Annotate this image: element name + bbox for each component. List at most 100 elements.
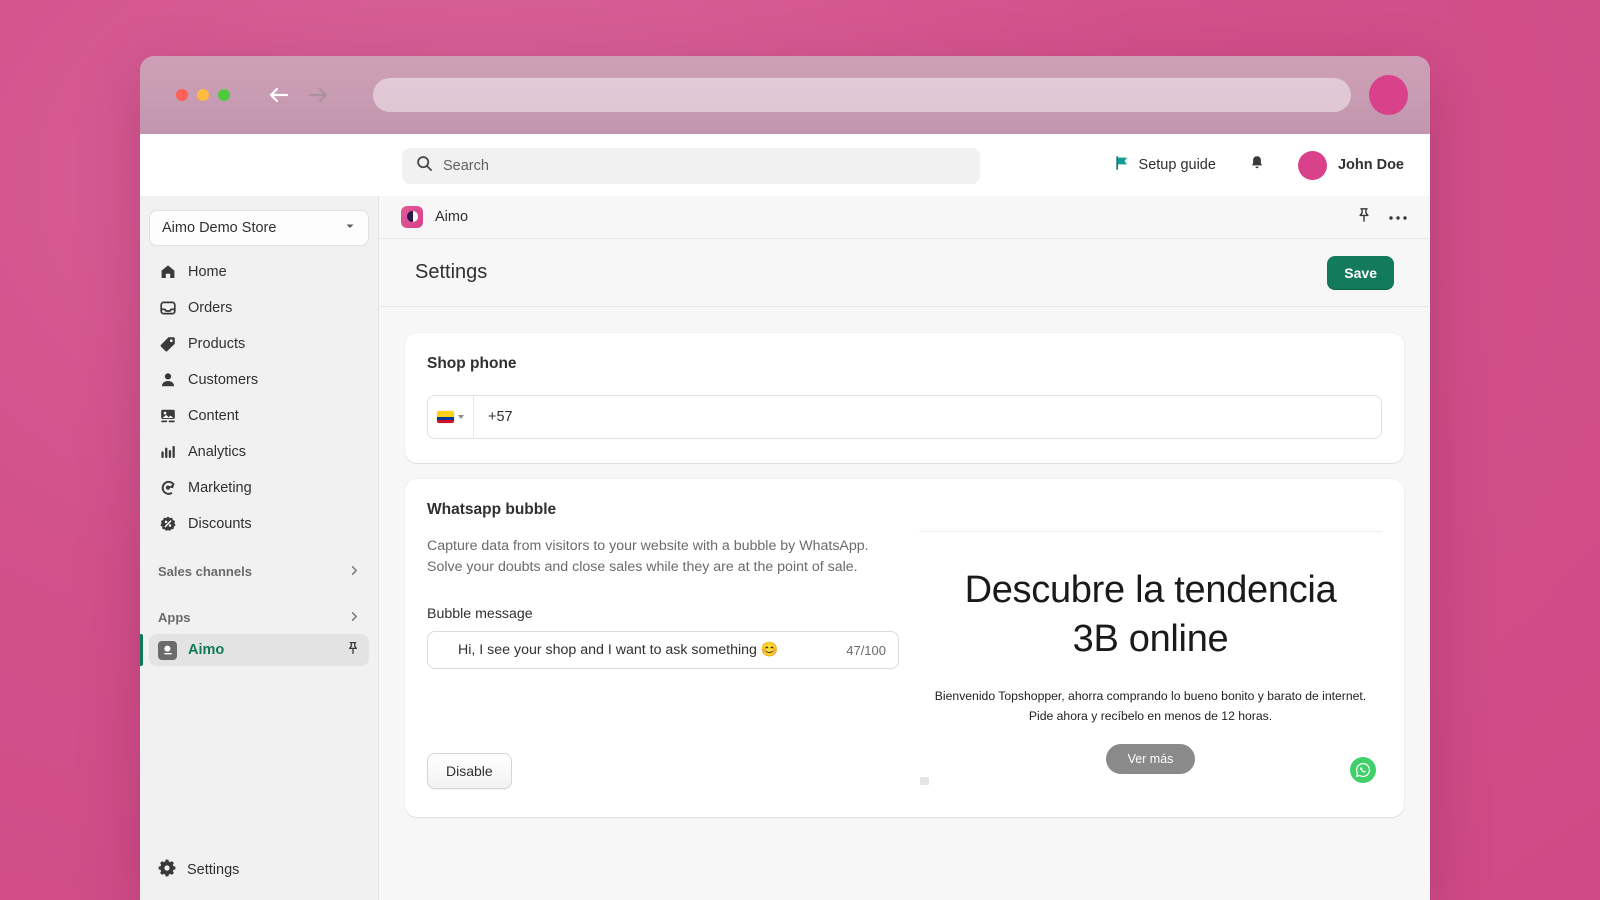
sidebar-item-aimo[interactable]: Aimo <box>140 634 369 666</box>
sidebar-section-label: Apps <box>158 609 191 625</box>
tag-icon <box>158 335 177 354</box>
admin-app: Search Setup guide John Doe Aimo Demo St… <box>140 134 1430 900</box>
store-selector[interactable]: Aimo Demo Store <box>149 210 369 246</box>
browser-window: Search Setup guide John Doe Aimo Demo St… <box>140 56 1430 900</box>
aimo-app-icon <box>401 206 423 228</box>
sidebar-item-label: Settings <box>187 862 240 878</box>
page-title: Settings <box>415 261 488 283</box>
search-input[interactable]: Search <box>402 148 980 184</box>
browser-nav-arrows <box>266 82 331 108</box>
person-icon <box>158 371 177 390</box>
sidebar-item-content[interactable]: Content <box>149 400 369 432</box>
maximize-window-button[interactable] <box>218 89 230 101</box>
whatsapp-bubble-description: Capture data from visitors to your websi… <box>427 538 869 575</box>
bubble-message-label: Bubble message <box>427 606 533 622</box>
image-icon <box>158 407 177 426</box>
sidebar-item-discounts[interactable]: Discounts <box>149 508 369 540</box>
sidebar-item-label: Orders <box>188 300 233 316</box>
shop-phone-card: Shop phone +57 <box>405 333 1404 463</box>
setup-guide-button[interactable]: Setup guide <box>1104 149 1226 181</box>
search-icon <box>416 155 433 177</box>
sidebar-section-label: Sales channels <box>158 563 252 579</box>
app-header: Aimo <box>379 196 1430 239</box>
bar-chart-icon <box>158 443 177 462</box>
sidebar-item-analytics[interactable]: Analytics <box>149 436 369 468</box>
shop-phone-input[interactable]: +57 <box>474 396 1381 438</box>
store-selector-label: Aimo Demo Store <box>162 220 277 236</box>
sidebar-item-products[interactable]: Products <box>149 328 369 360</box>
whatsapp-bubble-settings: Whatsapp bubble Capture data from visito… <box>427 501 919 789</box>
browser-chrome <box>140 56 1430 134</box>
preview-corner-mark <box>920 777 929 785</box>
chevron-right-icon <box>349 610 360 625</box>
back-arrow-icon[interactable] <box>266 82 292 108</box>
sidebar-item-label: Products <box>188 336 246 352</box>
app-header-actions <box>1356 207 1408 228</box>
orders-inbox-icon <box>158 299 177 318</box>
sidebar-item-label: Aimo <box>188 642 225 658</box>
sidebar-item-label: Customers <box>188 372 259 388</box>
disable-button[interactable]: Disable <box>427 753 512 789</box>
home-icon <box>158 263 177 282</box>
whatsapp-bubble-card: Whatsapp bubble Capture data from visito… <box>405 479 1404 817</box>
save-button[interactable]: Save <box>1327 255 1394 290</box>
notifications-button[interactable] <box>1240 146 1274 185</box>
settings-content: Shop phone +57 Whatsapp bubble Capture d… <box>379 307 1430 900</box>
sidebar-item-label: Content <box>188 408 239 424</box>
sidebar-item-settings[interactable]: Settings <box>149 854 369 886</box>
whatsapp-icon[interactable] <box>1350 757 1376 783</box>
bubble-message-input[interactable]: Hi, I see your shop and I want to ask so… <box>427 631 899 669</box>
preview-subtext: Bienvenido Topshopper, ahorra comprando … <box>919 686 1382 726</box>
forward-arrow-icon[interactable] <box>305 82 331 108</box>
sidebar-item-home[interactable]: Home <box>149 256 369 288</box>
sidebar-nav: Home Orders Products Customers Content A… <box>140 256 369 666</box>
preview-subtext-line1: Bienvenido Topshopper, ahorra comprando … <box>934 689 1367 703</box>
browser-profile-avatar[interactable] <box>1369 75 1408 115</box>
close-window-button[interactable] <box>176 89 188 101</box>
sidebar-section-sales-channels[interactable]: Sales channels <box>149 556 369 586</box>
pin-icon[interactable] <box>1356 207 1372 228</box>
topbar-actions: Setup guide John Doe <box>1104 134 1412 196</box>
sidebar-item-label: Marketing <box>188 480 252 496</box>
preview-heading: Descubre la tendencia 3B online <box>919 566 1382 664</box>
sidebar-item-marketing[interactable]: Marketing <box>149 472 369 504</box>
search-placeholder: Search <box>443 158 489 174</box>
pin-icon[interactable] <box>346 641 360 659</box>
flag-icon <box>1114 155 1130 175</box>
ellipsis-icon[interactable] <box>1388 208 1408 226</box>
flag-colombia-icon <box>437 411 454 423</box>
setup-guide-label: Setup guide <box>1138 157 1216 173</box>
preview-heading-line2: 3B online <box>1072 618 1229 660</box>
whatsapp-bubble-title: Whatsapp bubble <box>427 501 557 518</box>
sidebar-item-label: Discounts <box>188 516 252 532</box>
chevron-down-icon <box>458 415 464 419</box>
sidebar-item-label: Analytics <box>188 444 247 460</box>
chevron-down-icon <box>344 219 356 237</box>
sidebar-section-apps[interactable]: Apps <box>149 602 369 632</box>
app-header-title: Aimo <box>435 209 469 225</box>
global-search[interactable]: Search <box>402 148 980 184</box>
user-menu-button[interactable]: John Doe <box>1290 147 1412 184</box>
selected-indicator <box>140 634 143 666</box>
shop-phone-field[interactable]: +57 <box>427 395 1382 439</box>
country-code-select[interactable] <box>428 396 474 438</box>
browser-url-bar[interactable] <box>373 78 1352 112</box>
sidebar-item-label: Home <box>188 264 227 280</box>
preview-cta-button[interactable]: Ver más <box>1105 744 1196 774</box>
whatsapp-bubble-preview: Descubre la tendencia 3B online Bienveni… <box>919 531 1382 789</box>
page-header: Settings Save <box>379 239 1430 307</box>
preview-heading-line1: Descubre la tendencia <box>964 569 1337 611</box>
discount-percent-icon <box>158 515 177 534</box>
minimize-window-button[interactable] <box>197 89 209 101</box>
user-name: John Doe <box>1337 157 1404 173</box>
megaphone-target-icon <box>158 479 177 498</box>
main-panel: Aimo Settings Save Shop phone +57 Whatsa… <box>378 196 1430 900</box>
chevron-right-icon <box>349 564 360 579</box>
bubble-message-counter: 47/100 <box>846 642 886 658</box>
gear-icon <box>158 859 176 881</box>
bubble-message-value: Hi, I see your shop and I want to ask so… <box>458 642 779 658</box>
sidebar-item-orders[interactable]: Orders <box>149 292 369 324</box>
aimo-app-icon <box>158 640 177 660</box>
sidebar-item-customers[interactable]: Customers <box>149 364 369 396</box>
traffic-lights <box>176 89 230 101</box>
